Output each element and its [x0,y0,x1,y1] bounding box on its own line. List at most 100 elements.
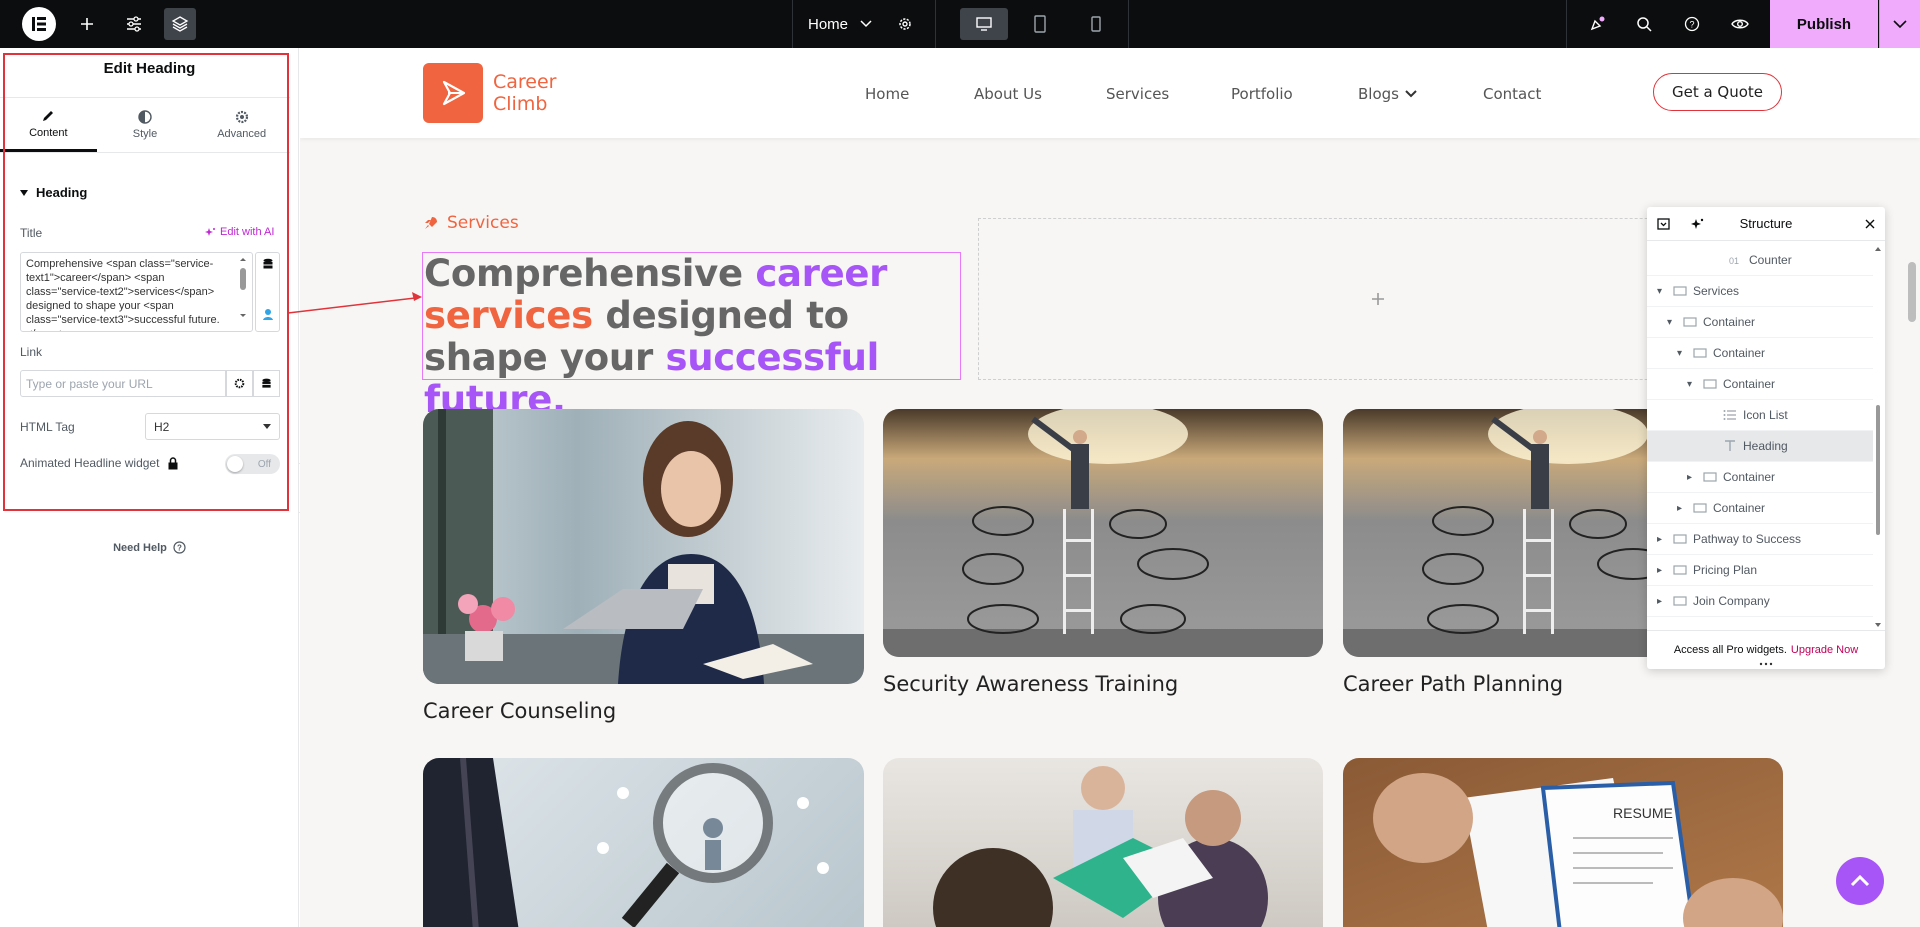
structure-item-label: Counter [1749,253,1792,267]
site-logo[interactable]: Career Climb [423,63,557,123]
back-to-top-button[interactable] [1836,857,1884,905]
tab-content-label: Content [29,126,68,139]
need-help-link[interactable]: Need Help ? [0,541,299,554]
upgrade-now-link[interactable]: Upgrade Now [1791,644,1858,656]
ai-sparkle-icon [205,227,215,236]
structure-item-join[interactable]: ▸ Join Company [1647,586,1873,617]
textarea-scrollbar[interactable] [237,256,249,326]
notifications-icon[interactable] [1581,8,1613,40]
search-icon[interactable] [1628,8,1660,40]
html-tag-select[interactable]: H2 [145,413,280,440]
structure-item-heading[interactable]: Heading [1647,431,1873,462]
structure-panel: Structure 01 Counter ▾ Services ▾ Contai… [1647,207,1885,669]
html-tag-label: HTML Tag [20,420,75,434]
tree-arrow: ▾ [1677,347,1683,359]
need-help-label: Need Help [113,541,167,554]
elementor-logo-icon[interactable] [22,7,56,41]
collapse-all-icon[interactable] [1657,218,1670,230]
resize-handle-icon[interactable] [1759,662,1773,666]
nav-home[interactable]: Home [865,85,909,103]
page-selector[interactable]: Home [808,0,872,48]
publish-button[interactable]: Publish [1770,0,1878,48]
add-element-icon[interactable] [71,8,103,40]
title-textarea[interactable]: Comprehensive <span class="service-text1… [20,252,253,332]
nav-contact[interactable]: Contact [1483,85,1541,103]
nav-portfolio[interactable]: Portfolio [1231,85,1293,103]
gear-icon [234,378,245,389]
tab-advanced[interactable]: Advanced [193,98,290,152]
link-options-button[interactable] [226,370,253,397]
structure-item-label: Icon List [1743,408,1788,422]
database-icon[interactable] [262,258,274,270]
close-icon[interactable] [1865,219,1875,229]
structure-item-container[interactable]: ▾ Container [1647,338,1873,369]
page-settings-gear-icon[interactable] [889,8,921,40]
structure-item-pricing[interactable]: ▸ Pricing Plan [1647,555,1873,586]
divider [1566,0,1567,48]
container-icon [1703,379,1717,389]
divider [935,0,936,48]
tree-arrow: ▸ [1687,471,1693,483]
tablet-view-icon[interactable] [1016,8,1064,40]
card-title-security[interactable]: Security Awareness Training [883,672,1178,696]
structure-item-services[interactable]: ▾ Services [1647,276,1873,307]
structure-item-container[interactable]: ▾ Container [1647,307,1873,338]
structure-item-label: Container [1713,346,1766,360]
question-circle-icon: ? [173,541,186,554]
preview-eye-icon[interactable] [1724,8,1756,40]
nav-about-us[interactable]: About Us [974,85,1042,103]
tab-advanced-label: Advanced [217,128,267,140]
get-a-quote-button[interactable]: Get a Quote [1653,73,1782,111]
structure-title: Structure [1739,216,1793,231]
card-title-career-path[interactable]: Career Path Planning [1343,672,1563,696]
container-icon [1673,596,1687,606]
structure-item-label: Container [1723,377,1776,391]
counter-icon: 01 [1729,256,1739,266]
container-icon [1683,317,1697,327]
structure-item-label: Pathway to Success [1693,532,1802,546]
site-settings-icon[interactable] [118,8,150,40]
services-section-label: Services [423,213,519,233]
section-label-text: Services [447,213,519,233]
tab-content[interactable]: Content [0,98,97,152]
structure-item-icon-list[interactable]: Icon List [1647,400,1873,431]
container-icon [1693,503,1707,513]
nav-services[interactable]: Services [1106,85,1169,103]
page-name: Home [808,15,849,33]
mobile-view-icon[interactable] [1072,8,1120,40]
heading-icon [1725,440,1735,451]
plus-icon [1372,293,1384,305]
desktop-view-icon[interactable] [960,8,1008,40]
structure-item-pathway[interactable]: ▸ Pathway to Success [1647,524,1873,555]
link-label: Link [20,345,43,359]
publish-options-button[interactable] [1879,0,1920,48]
animated-headline-toggle[interactable]: Off [225,454,280,474]
section-heading[interactable]: Comprehensive career services designed t… [424,253,944,421]
heading-section-toggle[interactable]: Heading [20,185,87,200]
tree-arrow: ▸ [1657,564,1663,576]
link-url-input[interactable]: Type or paste your URL [20,370,226,397]
tree-arrow: ▾ [1667,316,1673,328]
tab-style-label: Style [132,128,158,140]
structure-item-container[interactable]: ▾ Container [1647,369,1873,400]
panel-tabs: Content Style Advanced [0,97,290,153]
structure-item-label: Heading [1743,439,1788,453]
dynamic-tags-column [255,252,280,332]
chevron-down-icon [860,20,872,28]
structure-tree: 01 Counter ▾ Services ▾ Container ▾ Cont… [1647,245,1873,630]
ai-sparkle-icon[interactable] [1691,218,1704,230]
structure-layers-icon[interactable] [164,8,196,40]
structure-item-container[interactable]: ▸ Container [1647,462,1873,493]
structure-scrollbar[interactable] [1873,245,1883,630]
canvas-scrollbar[interactable] [1908,262,1916,322]
structure-item-counter[interactable]: 01 Counter [1647,245,1873,276]
card-title-counseling[interactable]: Career Counseling [423,699,616,723]
pro-widgets-text: Access all Pro widgets. [1673,644,1787,656]
help-icon[interactable]: ? [1676,8,1708,40]
ai-assistant-icon[interactable] [261,307,275,321]
edit-with-ai-link[interactable]: Edit with AI [205,226,274,238]
link-dynamic-button[interactable] [253,370,280,397]
tab-style[interactable]: Style [97,98,194,152]
structure-item-container[interactable]: ▸ Container [1647,493,1873,524]
nav-blogs[interactable]: Blogs [1358,85,1417,103]
